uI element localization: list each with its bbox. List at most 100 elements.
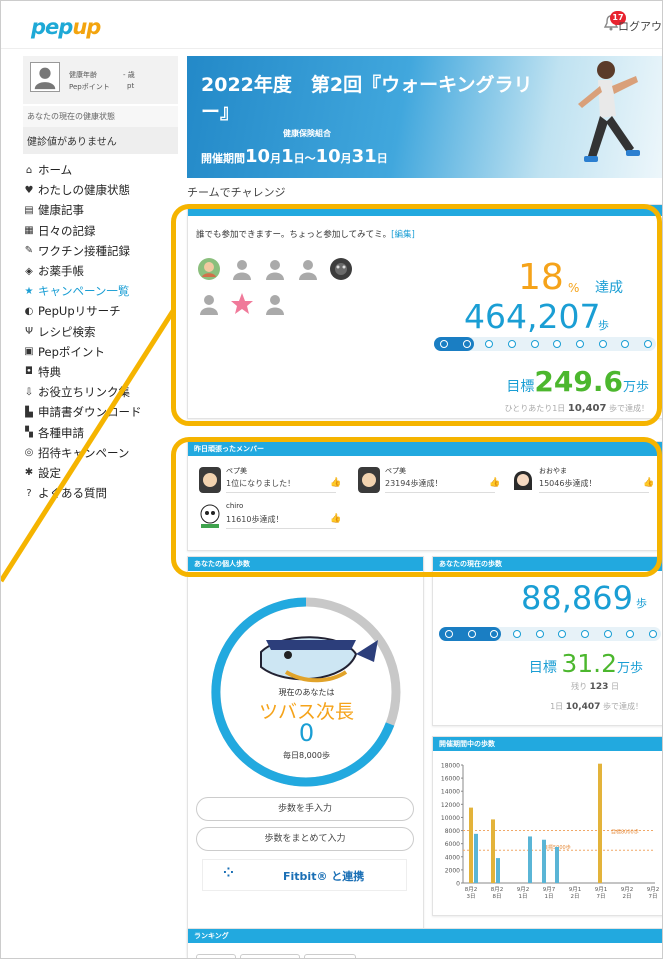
health-age-value: - 歳	[123, 71, 135, 79]
sidebar-item-download[interactable]: ▙ 申請書ダウンロード	[23, 402, 178, 422]
sidebar-item-heart[interactable]: ♥ わたしの健康状態	[23, 180, 178, 200]
bulk-steps-button[interactable]: 歩数をまとめて入力	[196, 827, 414, 851]
sidebar-item-settings[interactable]: ✱ 設定	[23, 463, 178, 483]
ranking-tab[interactable]	[240, 954, 300, 958]
settings-icon: ✱	[24, 467, 34, 479]
runner-illustration	[578, 61, 640, 162]
sidebar-item-form[interactable]: ▚ 各種申請	[23, 422, 178, 442]
sidebar-item-label: わたしの健康状態	[38, 183, 130, 198]
current-steps-value: 88,869	[521, 579, 633, 617]
sidebar-item-faq[interactable]: ? よくある質問	[23, 483, 178, 503]
fish-mascot-icon	[260, 636, 378, 683]
x-tick-label: 9月2	[517, 886, 530, 893]
manual-steps-button[interactable]: 歩数を手入力	[196, 797, 414, 821]
x-tick-label: 2日	[571, 893, 580, 900]
achievement-label: 達成	[595, 280, 623, 296]
daily-target: 毎日8,000歩	[283, 751, 330, 760]
sidebar-item-pill[interactable]: ◈ お薬手帳	[23, 261, 178, 281]
star-icon[interactable]	[230, 292, 254, 316]
fitbit-icon: ⁘	[223, 866, 234, 881]
achievement-percent: 18	[518, 257, 564, 298]
ranking-tab[interactable]	[196, 954, 236, 958]
member-avatar[interactable]	[357, 466, 381, 494]
sidebar-item-article[interactable]: ▤ 健康記事	[23, 200, 178, 220]
days-remaining: 残り 123 日	[571, 682, 619, 692]
page: pepup 17 ログアウ 健康年齢 - 歳 Pepポイント pt あなたの現在…	[0, 0, 663, 959]
sidebar-item-calendar[interactable]: ▦ 日々の記録	[23, 221, 178, 241]
sidebar-item-syringe[interactable]: ✎ ワクチン接種記録	[23, 241, 178, 261]
x-tick-label: 1日	[519, 893, 528, 900]
empty-member-icon[interactable]	[263, 257, 287, 281]
ranking-card: ランキング	[187, 928, 662, 958]
gift-icon: ◘	[25, 366, 33, 378]
progress-step-dot	[649, 630, 657, 638]
team-card-header	[188, 205, 662, 216]
member-avatar[interactable]	[511, 466, 535, 494]
campaign-banner: 2022年度 第2回『ウォーキングラリー』 健康保険組合 開催期間10月1日～1…	[187, 56, 662, 178]
progress-step-dot	[598, 340, 607, 348]
empty-member-icon[interactable]	[197, 292, 221, 316]
member-entry: chiro 11610歩達成！ 👍	[196, 500, 346, 538]
current-goal: 目標 31.2万歩	[528, 649, 643, 678]
member-avatar[interactable]	[198, 466, 222, 494]
ranking-tab[interactable]	[304, 954, 356, 958]
like-icon[interactable]: 👍	[330, 478, 341, 488]
download-icon: ▙	[25, 406, 33, 418]
sidebar-item-pepup[interactable]: ◐ PepUpリサーチ	[23, 301, 178, 321]
sidebar-item-invite[interactable]: ◎ 招待キャンペーン	[23, 443, 178, 463]
sidebar-item-label: 健康記事	[38, 203, 84, 218]
progress-step-dot	[603, 630, 612, 638]
sidebar-item-star[interactable]: ★ キャンペーン一覧	[23, 281, 178, 301]
chart-bar	[598, 763, 602, 883]
like-icon[interactable]: 👍	[330, 514, 341, 524]
y-tick-label: 14000	[441, 789, 460, 796]
avatar-icon[interactable]	[30, 62, 60, 92]
sidebar-item-home[interactable]: ⌂ ホーム	[23, 160, 178, 180]
edit-link[interactable]: [編集]	[391, 230, 415, 240]
progress-step-dot	[513, 630, 521, 638]
empty-member-icon[interactable]	[296, 257, 320, 281]
member-avatar[interactable]	[198, 502, 222, 530]
progress-step-dot	[445, 630, 453, 638]
member-entry: ペプ美 23194歩達成！ 👍	[355, 464, 505, 502]
main-content: 2022年度 第2回『ウォーキングラリー』 健康保険組合 開催期間10月1日～1…	[187, 56, 662, 958]
sidebar-item-label: Pepポイント	[38, 344, 105, 359]
star-icon: ★	[24, 285, 34, 297]
current-progress-bar	[439, 627, 661, 641]
sidebar-item-points[interactable]: ▣ Pepポイント	[23, 342, 178, 362]
pepup-logo[interactable]: pepup	[31, 15, 101, 39]
y-tick-label: 18000	[441, 763, 460, 770]
sidebar-item-label: レシピ検索	[38, 324, 96, 339]
member-avatar[interactable]	[197, 257, 221, 281]
chart-bar	[491, 819, 495, 883]
personal-steps-card: あなたの個人歩数 現在のあなたは ツバス次長 0 毎日8,000歩 歩数を手入力…	[187, 556, 424, 956]
x-tick-label: 2日	[623, 893, 632, 900]
y-tick-label: 0	[456, 881, 460, 888]
empty-member-icon[interactable]	[263, 292, 287, 316]
yesterday-members-card: 昨日頑張ったメンバー ペプ美 1位になりました！ 👍 ペプ美 23194歩達成！…	[187, 441, 662, 551]
y-tick-label: 8000	[445, 828, 460, 835]
recipe-icon: Ψ	[25, 326, 33, 338]
sidebar-item-gift[interactable]: ◘ 特典	[23, 362, 178, 382]
like-icon[interactable]: 👍	[489, 478, 500, 488]
fitbit-connect-button[interactable]: ⁘ Fitbit® と連携	[202, 859, 407, 891]
current-per-day: 1日 10,407 歩で達成！	[550, 702, 643, 712]
form-icon: ▚	[25, 427, 33, 439]
progress-step-dot	[576, 340, 584, 348]
member-avatar[interactable]	[329, 257, 353, 281]
x-tick-label: 8日	[493, 893, 502, 900]
empty-member-icon[interactable]	[230, 257, 254, 281]
sidebar-item-link[interactable]: ⇩ お役立ちリンク集	[23, 382, 178, 402]
sidebar-item-label: 日々の記録	[38, 223, 96, 238]
faq-icon: ?	[26, 487, 32, 499]
progress-step-dot	[621, 340, 630, 348]
x-tick-label: 7日	[649, 893, 658, 900]
y-tick-label: 12000	[441, 802, 460, 809]
logout-link[interactable]: ログアウ	[618, 18, 662, 34]
progress-step-dot	[644, 340, 652, 348]
invite-icon: ◎	[24, 447, 34, 459]
link-icon: ⇩	[24, 386, 34, 398]
like-icon[interactable]: 👍	[643, 478, 654, 488]
sidebar-item-recipe[interactable]: Ψ レシピ検索	[23, 322, 178, 342]
personal-steps-title: あなたの個人歩数	[188, 557, 423, 575]
